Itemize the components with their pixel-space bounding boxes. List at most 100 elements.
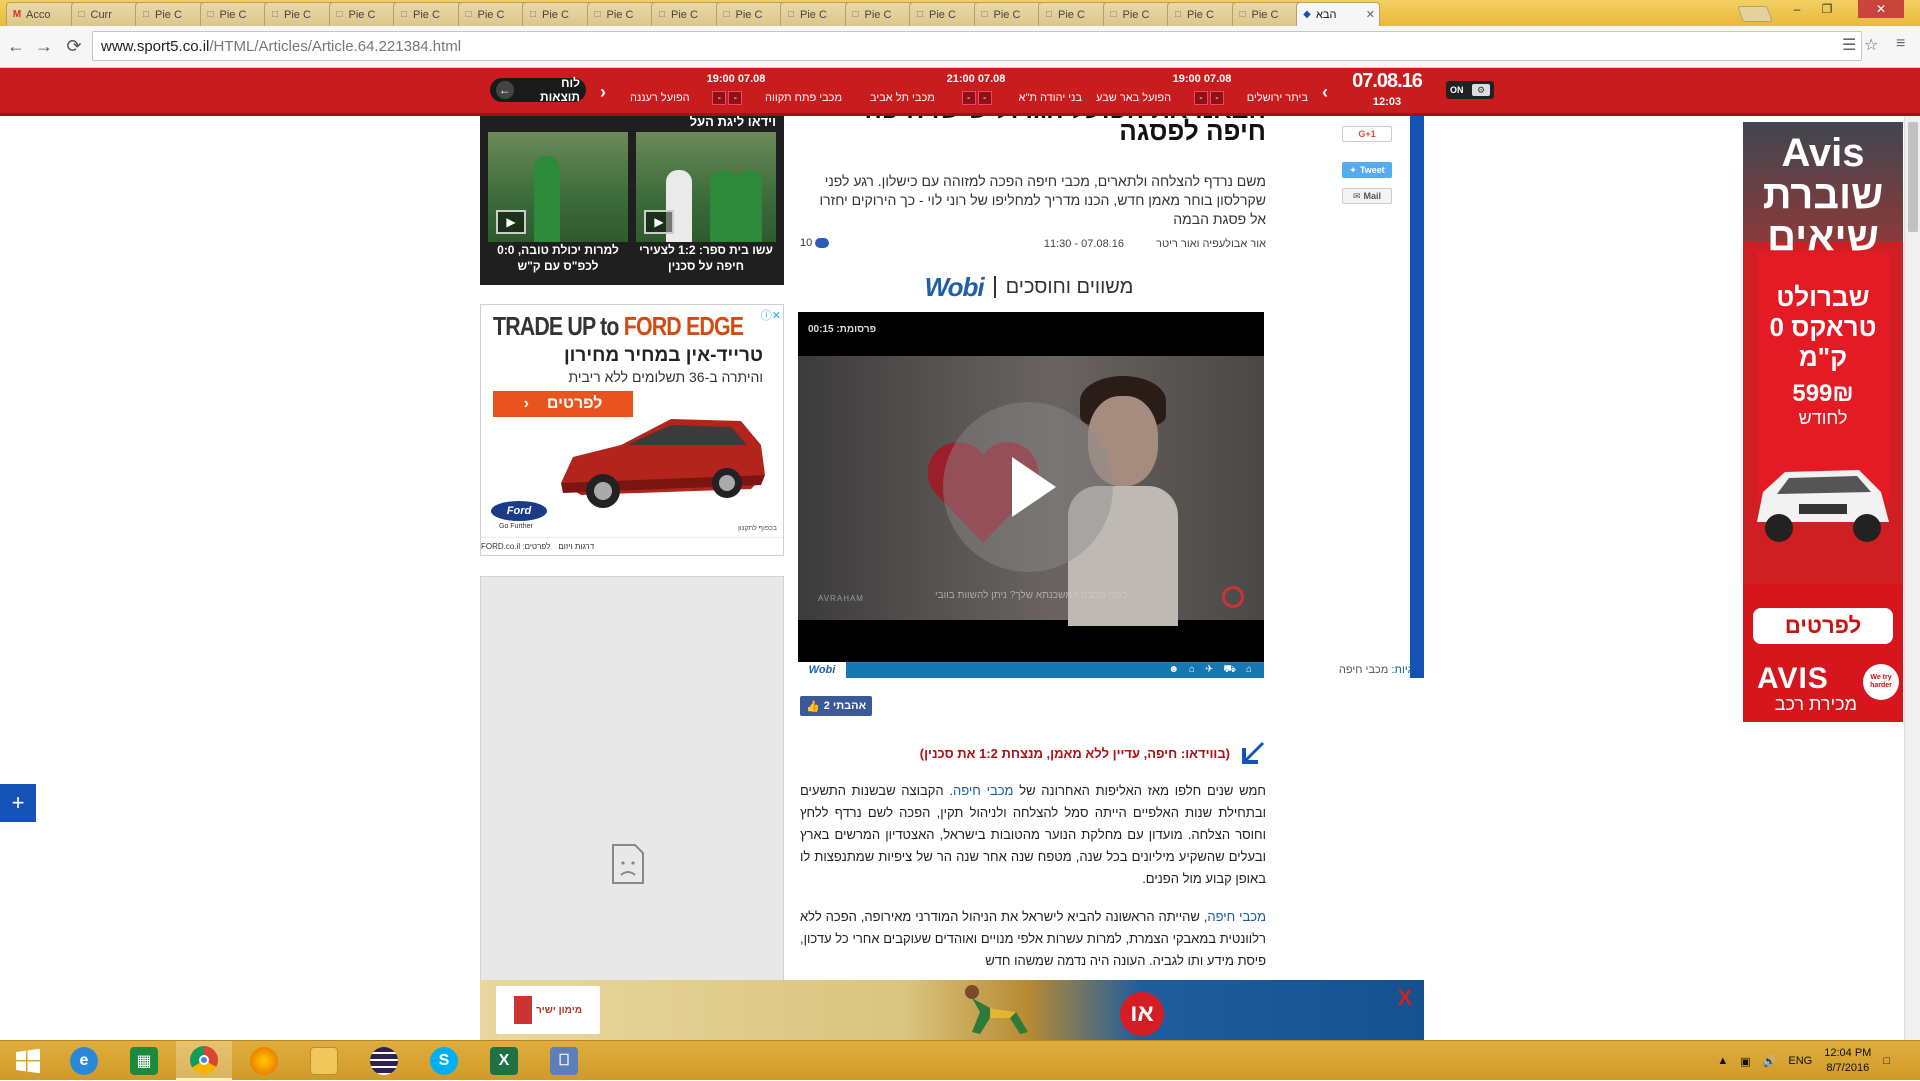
restore-button[interactable]: ❐ (1812, 0, 1842, 18)
bottom-sticky-ad[interactable]: מימון ישיר או X (480, 980, 1424, 1040)
p1-team-link[interactable]: מכבי חיפה (953, 783, 1013, 798)
live-toggle[interactable]: ON ⚙ (1446, 81, 1494, 99)
excel-icon: X (490, 1047, 518, 1075)
volume-icon[interactable]: 🔊 (1763, 1055, 1777, 1068)
taskbar-clock[interactable]: 12:04 PM 8/7/2016 (1824, 1046, 1871, 1076)
results-board-label: לוח תוצאות (540, 76, 580, 104)
network-icon[interactable]: ▣ (1740, 1055, 1750, 1068)
tweet-button[interactable]: ✦ Tweet (1342, 162, 1392, 178)
car-icon[interactable]: ⛟ (1223, 664, 1236, 677)
video-caption-1[interactable]: עשו בית ספר: 1:2 לצעירי חיפה על סכנין (636, 242, 776, 274)
match-3[interactable]: 07.08 19:00 מכבי פתח תקווה -- הפועל רעננ… (630, 71, 842, 113)
forward-button[interactable]: → (32, 34, 56, 58)
twitter-bird-icon: ✦ (1349, 164, 1357, 175)
home-icon[interactable]: ⌂ (1246, 664, 1252, 677)
video-player[interactable]: פרסומת: 00:15 כמה מכבה המשכנתא שלך? ניתן… (798, 312, 1264, 664)
white-suv-image (1757, 470, 1889, 542)
article-subhead: משם נרדף להצלחה ולתארים, מכבי חיפה הפכה … (819, 173, 1266, 227)
tab-active[interactable]: ◆ הבא ✕ (1296, 2, 1380, 26)
scores-next-arrow[interactable]: › (600, 82, 606, 103)
away-score: - (1193, 91, 1208, 105)
page-content: וידאו ליגת העל ▶ ▶ עשו בית ספר: 1:2 לצעי… (0, 116, 1904, 1040)
tab-label: Pie C (348, 8, 376, 21)
taskbar-chrome[interactable] (176, 1041, 232, 1081)
video-thumb-2[interactable]: ▶ (488, 132, 628, 242)
address-bar[interactable]: www.sport5.co.il/HTML/Articles/Article.6… (92, 31, 1862, 61)
tab-label: Pie C (477, 8, 505, 21)
match-1[interactable]: 07.08 19:00 ביתר ירושלים -- הפועל באר שב… (1096, 71, 1308, 113)
tab-label: Pie C (1251, 8, 1279, 21)
eclipse-icon (370, 1047, 398, 1075)
ford-ad-terms: בכפוף לתקנון (737, 525, 777, 532)
page-icon: □ (658, 9, 666, 20)
language-indicator[interactable]: ENG (1788, 1055, 1812, 1067)
taskbar-eclipse[interactable] (356, 1041, 412, 1081)
avis-price: 599₪ (1792, 380, 1854, 407)
sport5-icon: ◆ (1303, 9, 1311, 20)
avis-cta-button[interactable]: לפרטים (1753, 608, 1893, 644)
reload-button[interactable]: ⟳ (62, 34, 86, 58)
avis-ad[interactable]: Avis שוברת שיאים שברולט טראקס 0 ק"מ 599₪… (1743, 122, 1903, 722)
taskbar-excel[interactable]: X (476, 1041, 532, 1081)
play-button[interactable] (943, 402, 1113, 572)
action-center-icon[interactable]: □ (1883, 1055, 1890, 1067)
google-plus-button[interactable]: G+1 (1342, 126, 1392, 142)
adchoices-icon[interactable]: ⓘ✕ (761, 307, 781, 323)
comments-count[interactable]: 10 (800, 237, 830, 249)
ford-ad-footer-brand: דרגות ויזום (558, 542, 595, 551)
live-toggle-label: ON (1450, 85, 1464, 95)
person-icon[interactable]: ☻ (1168, 664, 1179, 677)
match-away: הפועל באר שבע (1096, 92, 1172, 104)
results-board-button[interactable]: לוח תוצאות ← (490, 76, 586, 104)
floating-plus-button[interactable]: + (0, 784, 36, 822)
taskbar-firefox[interactable] (236, 1041, 292, 1081)
page-scrollbar[interactable] (1904, 116, 1920, 1040)
scores-prev-arrow[interactable]: ‹ (1322, 82, 1328, 103)
page-icon: □ (465, 9, 472, 20)
p1-text-b: . הקבוצה שבשנות התשעים ובתחילת שנות האלפ… (800, 783, 1266, 886)
mail-share-button[interactable]: ✉ Mail (1342, 188, 1392, 204)
video-brandmark: AVRAHAM (818, 594, 864, 603)
match-home: מכבי פתח תקווה (765, 92, 842, 104)
browser-toolbar: ← → ⟳ www.sport5.co.il/HTML/Articles/Art… (0, 26, 1920, 68)
home-score: - (728, 91, 743, 105)
match-2[interactable]: 07.08 21:00 בני יהודה ת"א -- מכבי תל אבי… (870, 71, 1082, 113)
taskbar-store[interactable]: ▦ (116, 1041, 172, 1081)
bookmark-star-icon[interactable]: ☆ (1864, 35, 1878, 55)
author[interactable]: אור אבולעפיה ואור ריטר (1156, 238, 1266, 250)
inline-video-link[interactable]: (בווידאו: חיפה, עדיין ללא מאמן, מנצחת 1:… (800, 738, 1266, 768)
sprinter-image (965, 985, 1028, 1034)
tab-label: Pie C (929, 8, 956, 21)
translate-icon[interactable]: ☰ (1842, 35, 1856, 55)
taskbar-explorer[interactable] (296, 1041, 352, 1081)
tray-overflow-icon[interactable]: ▲ (1717, 1055, 1728, 1067)
league-video-widget: וידאו ליגת העל ▶ ▶ עשו בית ספר: 1:2 לצעי… (480, 116, 784, 285)
like-button[interactable]: אהבתי 2 👍 (800, 696, 873, 716)
chrome-menu-icon[interactable]: ≡ (1896, 35, 1905, 53)
video-caption-2[interactable]: למרות יכולת טובה, 0:0 לכפ"ס עם ק"ש (488, 242, 628, 274)
wobi-bar-logo[interactable]: Wobi (798, 662, 846, 678)
ford-edge-ad[interactable]: ⓘ✕ TRADE UP to FORD EDGE טרייד-אין במחיר… (480, 304, 784, 556)
p2-team-link[interactable]: מכבי חיפה (1207, 909, 1266, 924)
page-icon: □ (336, 9, 343, 20)
tab-close-icon[interactable]: ✕ (1366, 8, 1375, 21)
article-byline: אור אבולעפיה ואור ריטר 07.08.16 - 11:30 (806, 238, 1266, 250)
back-button[interactable]: ← (4, 34, 28, 58)
thumbs-up-icon: 👍 (806, 700, 820, 713)
house-icon[interactable]: ⌂ (1189, 664, 1195, 677)
tag-link[interactable]: מכבי חיפה (1339, 664, 1388, 676)
tab-label: Pie C (800, 8, 827, 21)
taskbar-ie[interactable]: e (56, 1041, 112, 1081)
avis-logo: AVIS (1757, 662, 1829, 695)
scrollbar-thumb[interactable] (1908, 122, 1918, 232)
video-thumb-1[interactable]: ▶ (636, 132, 776, 242)
close-window-button[interactable]: ✕ (1858, 0, 1904, 18)
taskbar-remote-desktop[interactable]: ⎕ (536, 1041, 592, 1081)
minimize-button[interactable]: – (1782, 0, 1812, 18)
plane-icon[interactable]: ✈ (1205, 664, 1213, 677)
new-tab-button[interactable] (1737, 6, 1773, 22)
wobi-sponsor-bar[interactable]: משווים וחוסכים Wobi (796, 272, 1262, 302)
start-button[interactable] (0, 1041, 56, 1081)
taskbar-skype[interactable]: S (416, 1041, 472, 1081)
close-ad-button[interactable]: X (1394, 987, 1416, 1009)
